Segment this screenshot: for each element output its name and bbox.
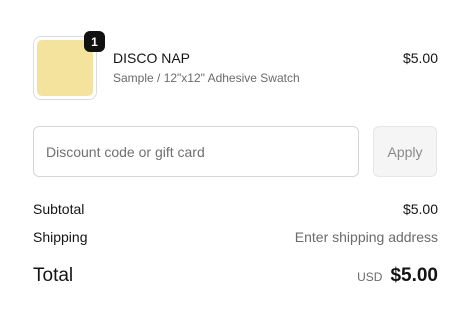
total-label: Total [33, 265, 74, 286]
subtotal-row: Subtotal $5.00 [33, 201, 438, 217]
quantity-badge: 1 [84, 31, 105, 52]
total-value: $5.00 [390, 265, 438, 286]
product-price: $5.00 [402, 50, 438, 66]
product-variant: Sample / 12"x12" Adhesive Swatch [113, 71, 300, 85]
subtotal-value: $5.00 [402, 201, 438, 217]
order-summary: 1 DISCO NAP Sample / 12"x12" Adhesive Sw… [0, 0, 455, 320]
discount-code-input[interactable] [33, 126, 359, 177]
currency-code: USD [357, 270, 383, 284]
shipping-value: Enter shipping address [294, 229, 438, 245]
total-row: Total USD $5.00 [33, 265, 438, 287]
product-name: DISCO NAP [113, 50, 191, 66]
shipping-row: Shipping Enter shipping address [33, 229, 438, 245]
line-item: 1 DISCO NAP Sample / 12"x12" Adhesive Sw… [33, 31, 438, 102]
total-amount: USD $5.00 [357, 265, 438, 287]
apply-discount-button[interactable]: Apply [373, 126, 437, 177]
shipping-label: Shipping [33, 229, 88, 245]
subtotal-label: Subtotal [33, 201, 85, 217]
